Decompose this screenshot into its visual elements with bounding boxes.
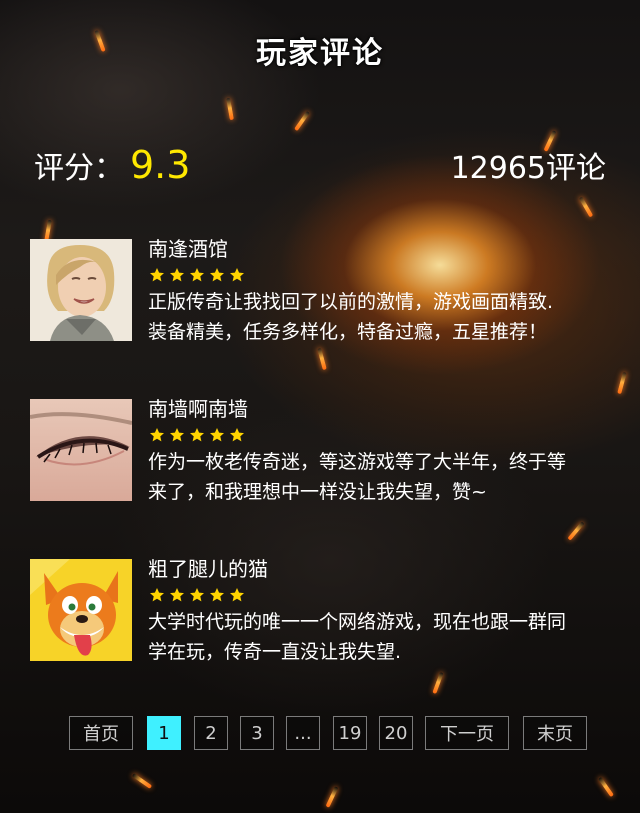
star-icon — [210, 428, 224, 442]
eye-closeup-avatar[interactable] — [30, 399, 132, 501]
page-3-button[interactable]: 3 — [240, 716, 274, 750]
score-value: 9.3 — [130, 143, 191, 187]
page-20-button[interactable]: 20 — [379, 716, 413, 750]
page-19-button[interactable]: 19 — [333, 716, 367, 750]
star-rating — [149, 425, 628, 445]
star-icon — [230, 268, 244, 282]
star-icon — [190, 428, 204, 442]
review-comment-line: 大学时代玩的唯一一个网络游戏，现在也跟一群同 — [148, 611, 567, 633]
review-item: 粗了腿儿的猫 大学时代玩的唯一一个网络游戏，现在也跟一群同 学在玩，传奇一直没让… — [30, 557, 630, 663]
reviewer-name: 粗了腿儿的猫 — [148, 557, 268, 581]
star-icon — [210, 588, 224, 602]
star-icon — [230, 588, 244, 602]
first-page-button[interactable]: 首页 — [69, 716, 133, 750]
review-comment-line: 作为一枚老传奇迷，等这游戏等了大半年，终于等 — [148, 451, 567, 473]
star-icon — [170, 428, 184, 442]
score-summary: 评分： 9.3 12965评论 — [34, 140, 606, 190]
page-1-button[interactable]: 1 — [147, 716, 181, 750]
woman-portrait-avatar[interactable] — [30, 239, 132, 341]
reviewer-name: 南逢酒馆 — [148, 237, 228, 261]
review-content: 南逢酒馆 正版传奇让我找回了以前的激情，游戏画面精致. 装备精美，任务多样化，特… — [148, 235, 628, 347]
last-page-button[interactable]: 末页 — [523, 716, 587, 750]
review-comment-line: 装备精美，任务多样化，特备过瘾，五星推荐！ — [148, 321, 548, 343]
page-2-button[interactable]: 2 — [194, 716, 228, 750]
star-icon — [170, 268, 184, 282]
star-icon — [150, 588, 164, 602]
score-block: 评分： 9.3 — [34, 143, 190, 187]
review-content: 南墙啊南墙 作为一枚老传奇迷，等这游戏等了大半年，终于等 来了，和我理想中一样没… — [148, 395, 628, 507]
star-icon — [150, 268, 164, 282]
star-icon — [230, 428, 244, 442]
pagination: 首页 1 2 3 ... 19 20 下一页 末页 — [0, 716, 640, 752]
star-icon — [190, 268, 204, 282]
review-comment-line: 正版传奇让我找回了以前的激情，游戏画面精致. — [148, 291, 554, 313]
star-icon — [170, 588, 184, 602]
cartoon-fox-avatar[interactable] — [30, 559, 132, 661]
star-rating — [149, 265, 628, 285]
score-label: 评分： — [34, 151, 124, 186]
star-rating — [149, 585, 628, 605]
review-content: 粗了腿儿的猫 大学时代玩的唯一一个网络游戏，现在也跟一群同 学在玩，传奇一直没让… — [148, 555, 628, 667]
star-icon — [210, 268, 224, 282]
reviewer-name: 南墙啊南墙 — [148, 397, 248, 421]
review-comment-line: 学在玩，传奇一直没让我失望. — [148, 641, 402, 663]
review-item: 南墙啊南墙 作为一枚老传奇迷，等这游戏等了大半年，终于等 来了，和我理想中一样没… — [30, 397, 630, 503]
review-comment-line: 来了，和我理想中一样没让我失望，赞~ — [148, 481, 487, 503]
review-count: 12965评论 — [450, 151, 606, 186]
next-page-button[interactable]: 下一页 — [425, 716, 509, 750]
star-icon — [190, 588, 204, 602]
review-item: 南逢酒馆 正版传奇让我找回了以前的激情，游戏画面精致. 装备精美，任务多样化，特… — [30, 237, 630, 343]
page-ellipsis: ... — [286, 716, 320, 750]
page-title: 玩家评论 — [256, 36, 384, 71]
star-icon — [150, 428, 164, 442]
